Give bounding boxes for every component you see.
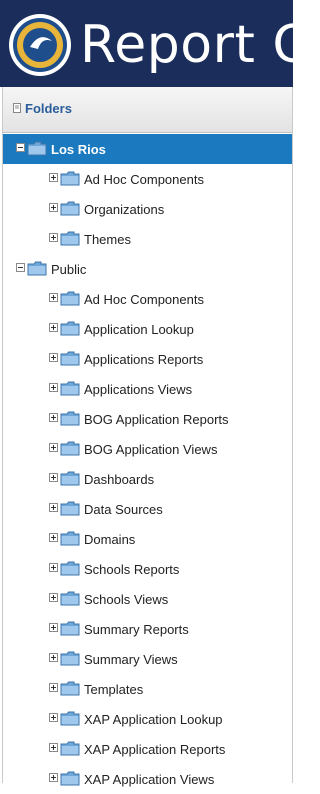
collapse-icon[interactable] [16,263,25,272]
expand-icon[interactable] [49,233,58,242]
expand-icon[interactable] [49,713,58,722]
tree-node-public-child[interactable]: Domains [3,524,292,554]
folder-label: Dashboards [84,472,155,487]
expand-icon[interactable] [49,443,58,452]
folder-label: Schools Reports [84,562,180,577]
tree-node-los-rios-child[interactable]: Organizations [3,194,292,224]
folder-icon [27,141,47,161]
panel-title: Folders [25,101,72,116]
folder-icon [60,741,80,761]
tree-node-public-child[interactable]: Applications Reports [3,344,292,374]
expand-icon[interactable] [49,533,58,542]
folder-label: Domains [84,532,136,547]
expand-icon[interactable] [49,353,58,362]
folders-panel-header[interactable]: Folders [3,87,292,133]
tree-node-public-child[interactable]: Data Sources [3,494,292,524]
folder-label: Summary Views [84,652,178,667]
tree-node-public-child[interactable]: Schools Views [3,584,292,614]
folder-icon [60,231,80,251]
folder-icon [27,261,47,281]
folder-icon [60,621,80,641]
collapse-icon[interactable] [16,143,25,152]
expand-icon[interactable] [49,563,58,572]
tree-node-public-child[interactable]: Schools Reports [3,554,292,584]
folder-icon [60,711,80,731]
folder-label: Applications Views [84,382,193,397]
folder-icon [60,171,80,191]
folder-label: XAP Application Views [84,772,215,787]
folder-icon [60,531,80,551]
tree-node-public-child[interactable]: XAP Application Views [3,764,292,794]
folder-label: Data Sources [84,502,163,517]
folder-icon [60,411,80,431]
expand-icon[interactable] [49,743,58,752]
tree-node-public-child[interactable]: Templates [3,674,292,704]
folder-icon [60,291,80,311]
folder-label: Themes [84,232,131,247]
tree-node-public-child[interactable]: Dashboards [3,464,292,494]
tree-node-public-child[interactable]: Summary Views [3,644,292,674]
expand-icon[interactable] [49,413,58,422]
folder-icon [60,591,80,611]
expand-icon[interactable] [49,293,58,302]
tree-node-public-child[interactable]: BOG Application Reports [3,404,292,434]
folder-label: Los Rios [51,142,106,157]
folder-label: BOG Application Reports [84,412,229,427]
folder-label: Public [51,262,87,277]
tree-node-public-child[interactable]: Summary Reports [3,614,292,644]
expand-icon[interactable] [49,383,58,392]
folder-icon [60,681,80,701]
expand-icon[interactable] [49,773,58,782]
folder-icon [60,771,80,791]
tree-node-public-child[interactable]: Ad Hoc Components [3,284,292,314]
tree-node-public-child[interactable]: XAP Application Reports [3,734,292,764]
tree-node-public-child[interactable]: BOG Application Views [3,434,292,464]
folder-icon [60,351,80,371]
tree-node-los-rios[interactable]: Los Rios [3,134,292,164]
folder-label: Schools Views [84,592,169,607]
folder-icon [60,441,80,461]
expand-icon[interactable] [49,653,58,662]
folder-icon [60,471,80,491]
folder-label: Ad Hoc Components [84,292,204,307]
folder-label: Applications Reports [84,352,204,367]
expand-icon[interactable] [49,173,58,182]
app-header: Report C [0,0,293,87]
tree-node-public-child[interactable]: Application Lookup [3,314,292,344]
folder-label: XAP Application Lookup [84,712,223,727]
folder-label: Summary Reports [84,622,189,637]
folder-icon [60,651,80,671]
expand-icon[interactable] [49,623,58,632]
expand-icon[interactable] [49,473,58,482]
folder-label: XAP Application Reports [84,742,226,757]
folder-label: Application Lookup [84,322,194,337]
folder-icon [60,201,80,221]
folder-label: Organizations [84,202,165,217]
tree-node-public-child[interactable]: XAP Application Lookup [3,704,292,734]
expand-icon[interactable] [49,683,58,692]
folders-panel: Folders Los Rios Ad Hoc Components Organiz… [2,87,293,787]
tree-node-los-rios-child[interactable]: Themes [3,224,292,254]
folder-label: BOG Application Views [84,442,218,457]
folder-label: Ad Hoc Components [84,172,204,187]
expand-icon[interactable] [49,593,58,602]
app-title: Report C [80,15,293,75]
folder-icon [60,321,80,341]
expand-icon[interactable] [49,203,58,212]
tree-node-los-rios-child[interactable]: Ad Hoc Components [3,164,292,194]
folder-icon [60,561,80,581]
expand-icon[interactable] [49,323,58,332]
college-seal-icon [9,14,71,76]
folder-icon [60,381,80,401]
expand-icon[interactable] [49,503,58,512]
folder-label: Templates [84,682,144,697]
tree-node-public-child[interactable]: Applications Views [3,374,292,404]
folder-icon [60,501,80,521]
tree-node-public[interactable]: Public [3,254,292,284]
collapse-panel-icon[interactable] [13,103,21,113]
